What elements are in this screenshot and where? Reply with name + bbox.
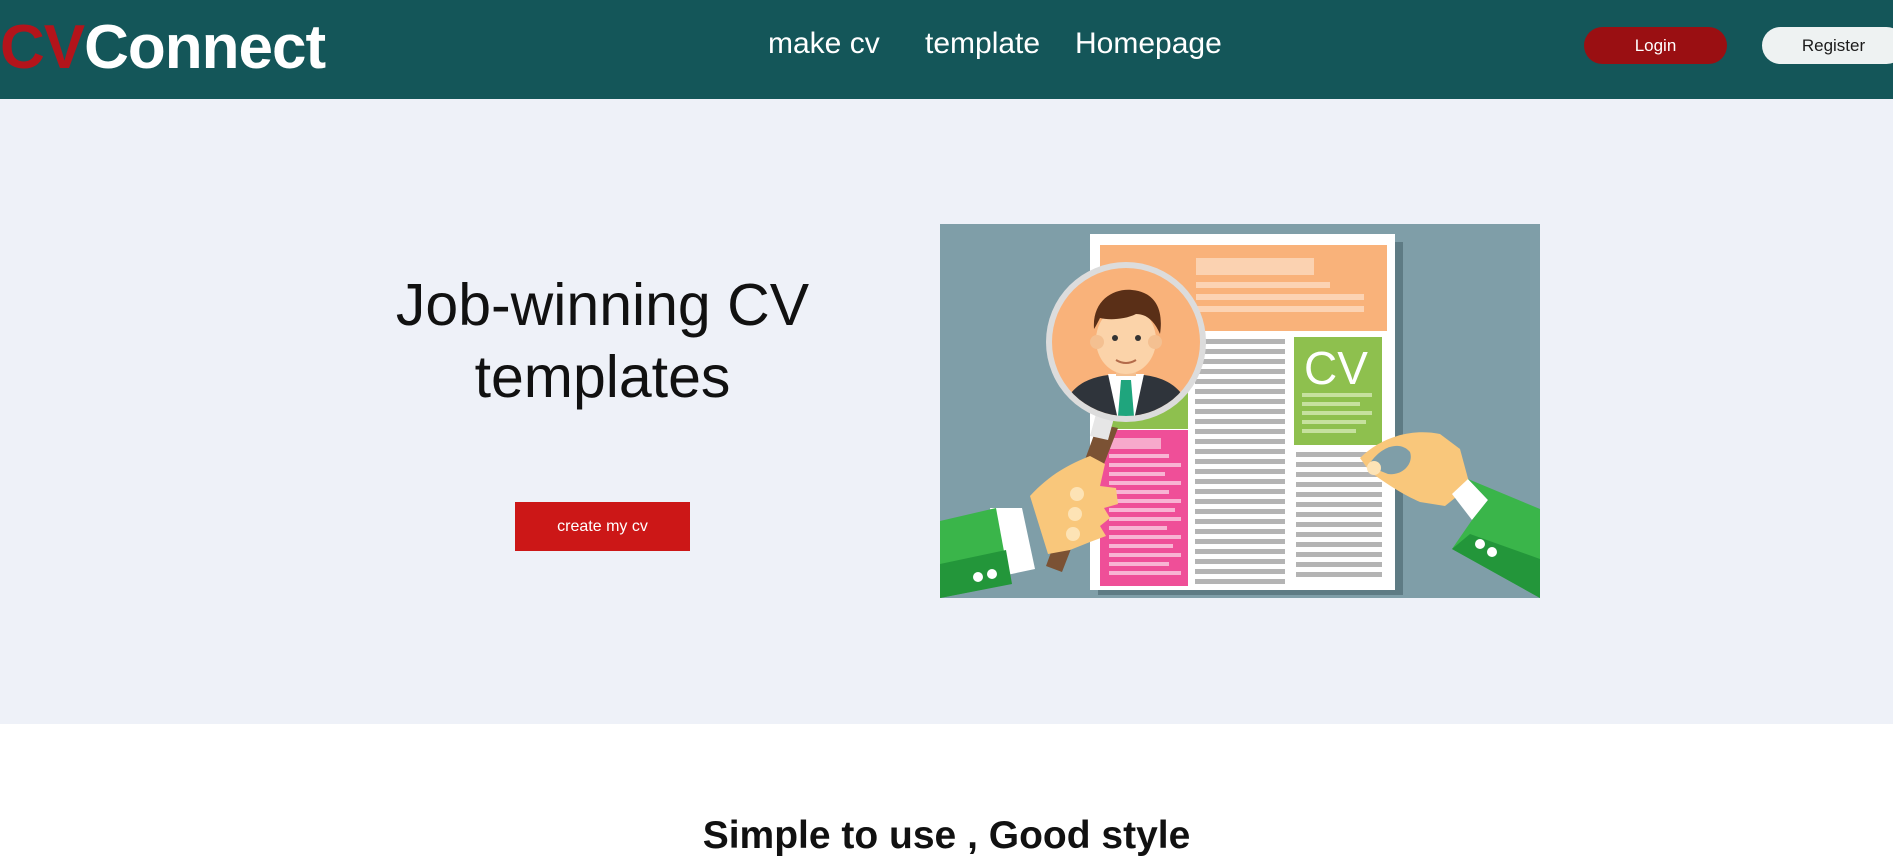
hero-title: Job-winning CV templates [395, 272, 810, 410]
login-button[interactable]: Login [1584, 27, 1727, 64]
brand-logo[interactable]: CVConnect [0, 12, 326, 84]
cv-illustration: CV [940, 224, 1540, 598]
nav-link-homepage[interactable]: Homepage [1075, 22, 1222, 66]
hero-section: Job-winning CV templates create my cv CV [0, 99, 1893, 724]
register-button[interactable]: Register [1762, 27, 1893, 64]
create-cv-button[interactable]: create my cv [515, 502, 690, 551]
features-section: Simple to use , Good style [0, 724, 1893, 862]
nav-link-template[interactable]: template [925, 22, 1040, 66]
nav-link-make-cv[interactable]: make cv [768, 22, 880, 66]
brand-logo-connect: Connect [84, 13, 326, 82]
navbar: CVConnect make cv template Homepage Logi… [0, 0, 1893, 99]
section-title: Simple to use , Good style [702, 814, 1191, 857]
brand-logo-cv: CV [0, 13, 85, 82]
cv-illustration-label: CV [1304, 342, 1368, 394]
